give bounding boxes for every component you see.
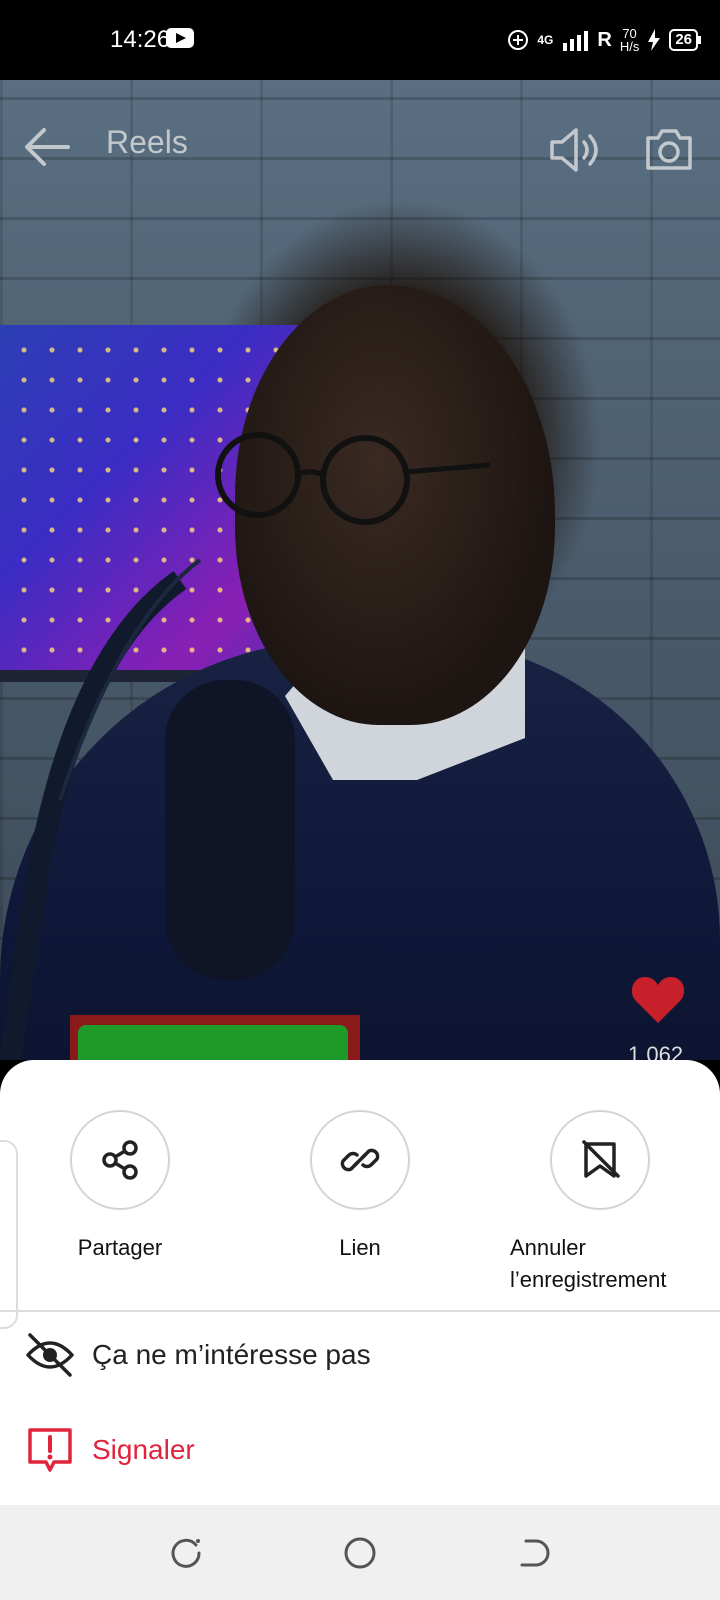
- camera-icon[interactable]: [644, 124, 694, 174]
- report-option[interactable]: Signaler: [0, 1410, 720, 1490]
- status-bar: 14:26 4G R 70 H/s 26: [0, 0, 720, 80]
- microphone: [165, 680, 295, 980]
- reels-header: Reels: [0, 80, 720, 220]
- unsave-label: Annuler l’enregistrement: [488, 1232, 690, 1296]
- unsave-button[interactable]: [550, 1110, 650, 1210]
- youtube-notification-icon: [166, 28, 194, 48]
- action-row: Partager Lien Annuler l’enregistrement: [0, 1110, 720, 1310]
- back-icon[interactable]: [516, 1535, 552, 1571]
- link-icon: [340, 1148, 380, 1172]
- reel-video[interactable]: [0, 80, 720, 1060]
- share-action[interactable]: Partager: [30, 1110, 210, 1264]
- link-button[interactable]: [310, 1110, 410, 1210]
- network-type: 4G: [537, 33, 554, 47]
- share-label: Partager: [77, 1235, 163, 1260]
- signal-icon: [563, 31, 589, 51]
- video-caption-graphic: [70, 1015, 360, 1060]
- unsave-label-line2: l’enregistrement: [510, 1267, 667, 1292]
- report-icon: [28, 1428, 72, 1472]
- share-icon: [102, 1140, 138, 1180]
- status-time: 14:26: [110, 26, 171, 53]
- not-interested-label: Ça ne m’intéresse pas: [92, 1339, 371, 1370]
- home-icon[interactable]: [342, 1535, 378, 1571]
- link-action[interactable]: Lien: [270, 1110, 450, 1264]
- status-indicators: 4G R 70 H/s 26: [507, 24, 701, 56]
- unsave-icon: [582, 1140, 620, 1178]
- network-speed: 70 H/s: [620, 27, 640, 53]
- unsave-label-line1: Annuler: [510, 1235, 586, 1260]
- back-arrow-icon[interactable]: [22, 124, 72, 170]
- link-label: Lien: [339, 1235, 381, 1260]
- sheet-divider: [0, 1310, 720, 1312]
- carrier-letter: R: [597, 28, 612, 51]
- like-heart-icon[interactable]: [630, 975, 686, 1025]
- options-sheet: Partager Lien Annuler l’enregistrement Ç…: [0, 1060, 720, 1505]
- data-saver-icon: [508, 30, 529, 50]
- speed-unit: H/s: [619, 39, 640, 54]
- report-label: Signaler: [92, 1434, 195, 1465]
- battery-level: 26: [669, 29, 701, 51]
- charging-icon: [648, 29, 661, 51]
- recent-apps-icon[interactable]: [168, 1535, 204, 1571]
- unsave-action[interactable]: Annuler l’enregistrement: [510, 1110, 690, 1296]
- page-title: Reels: [106, 124, 188, 160]
- glasses: [215, 432, 491, 525]
- speaker-icon[interactable]: [548, 122, 604, 178]
- not-interested-option[interactable]: Ça ne m’intéresse pas: [0, 1315, 720, 1395]
- system-nav-bar: [0, 1505, 720, 1600]
- eye-off-icon: [26, 1333, 74, 1377]
- share-button[interactable]: [70, 1110, 170, 1210]
